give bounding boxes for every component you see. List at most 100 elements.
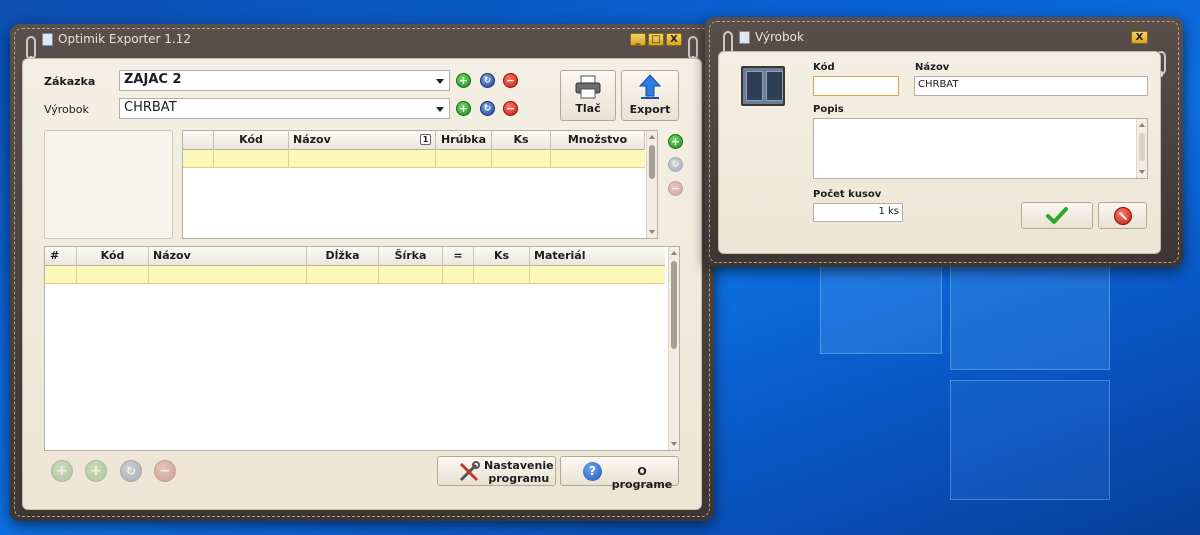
ok-button[interactable] <box>1021 202 1093 229</box>
grid2-col-dlzka[interactable]: Dĺžka <box>307 247 379 266</box>
chevron-down-icon[interactable] <box>436 79 444 84</box>
grid2-col-nazov[interactable]: Názov <box>149 247 307 266</box>
pocet-kusov-field[interactable]: 1 ks <box>813 203 903 222</box>
grid2-col-sirka[interactable]: Šírka <box>379 247 443 266</box>
about-button[interactable]: ? O programe <box>560 456 679 491</box>
pocet-kusov-value: 1 ks <box>878 206 899 217</box>
settings-label-line1: Nastavenie <box>484 459 554 472</box>
nazov-label: Názov <box>915 62 950 73</box>
close-button[interactable]: X <box>666 33 682 46</box>
add-vyrobok-button[interactable]: + <box>456 101 471 116</box>
popis-scrollbar[interactable] <box>1136 119 1147 178</box>
binder-ring-right <box>688 36 698 62</box>
cancel-button[interactable] <box>1098 202 1147 229</box>
zakazka-combo[interactable]: ZAJAC 2 <box>119 70 450 91</box>
settings-label-line2: programu <box>488 472 550 485</box>
maximize-button[interactable]: □ <box>648 33 664 46</box>
about-label: O programe <box>611 465 673 491</box>
nazov-field[interactable]: CHRBAT <box>914 76 1148 96</box>
add-material-button[interactable]: + <box>668 134 683 149</box>
refresh-part-button[interactable]: ↻ <box>120 460 142 482</box>
dialog-title: Výrobok <box>755 30 804 44</box>
grid2-col-material[interactable]: Materiál <box>530 247 665 266</box>
pocet-kusov-label: Počet kusov <box>813 189 882 200</box>
zakazka-value: ZAJAC 2 <box>124 72 182 87</box>
export-label: Export <box>629 103 671 116</box>
print-button[interactable]: Tlač <box>560 70 616 121</box>
desktop-pane-left <box>820 262 942 354</box>
window-title: Optimik Exporter 1.12 <box>58 32 192 46</box>
vyrobok-value: CHRBAT <box>124 100 177 115</box>
materials-grid-header: Kód Názov 1 Hrúbka Ks Množstvo <box>183 131 645 150</box>
scroll-down-icon[interactable] <box>649 230 655 234</box>
dialog-content: Kód Názov CHRBAT Popis Počet kusov 1 ks <box>718 51 1161 254</box>
table-row[interactable] <box>45 266 665 284</box>
parts-grid-header: # 1 Kód Názov Dĺžka Šírka = Ks Materiál <box>45 247 665 280</box>
grid1-scrollbar[interactable] <box>646 131 657 238</box>
app-icon <box>739 31 750 44</box>
add-zakazka-button[interactable]: + <box>456 73 471 88</box>
refresh-zakazka-button[interactable]: ↻ <box>480 73 495 88</box>
scroll-up-icon[interactable] <box>649 135 655 139</box>
kod-field[interactable] <box>813 76 899 96</box>
cancel-icon <box>1113 207 1132 225</box>
sort-order-icon: 1 <box>420 134 431 145</box>
main-content: Zákazka ZAJAC 2 + ↻ − Výrobok CHRBAT + ↻… <box>22 58 702 510</box>
vyrobok-dialog: Výrobok X Kód Názov CHRBAT Popis Počet k… <box>705 17 1183 267</box>
grid1-col-ks[interactable]: Ks <box>492 131 551 150</box>
export-arrow-icon <box>638 74 662 99</box>
main-window: Optimik Exporter 1.12 _ □ X Zákazka ZAJA… <box>10 24 714 521</box>
refresh-vyrobok-button[interactable]: ↻ <box>480 101 495 116</box>
scroll-thumb[interactable] <box>649 145 655 179</box>
grid1-rowheader <box>183 131 214 150</box>
settings-button[interactable]: Nastavenie programu <box>437 456 556 486</box>
scroll-down-icon[interactable] <box>1139 170 1145 174</box>
scroll-thumb[interactable] <box>671 261 677 349</box>
add-part-button[interactable]: + <box>51 460 73 482</box>
check-icon <box>1046 207 1068 224</box>
grid2-col-num-label: # <box>50 249 60 262</box>
kod-label: Kód <box>813 62 835 73</box>
grid2-col-equals[interactable]: = <box>443 247 474 266</box>
app-icon <box>42 33 53 46</box>
copy-part-button[interactable]: + <box>85 460 107 482</box>
parts-grid[interactable]: # 1 Kód Názov Dĺžka Šírka = Ks Materiál <box>44 246 680 451</box>
scroll-down-icon[interactable] <box>671 442 677 446</box>
grid1-col-nazov-label: Názov <box>293 133 331 146</box>
desktop-pane-right <box>950 262 1110 370</box>
delete-vyrobok-button[interactable]: − <box>503 101 518 116</box>
grid1-col-kod[interactable]: Kód <box>214 131 289 150</box>
vyrobok-combo[interactable]: CHRBAT <box>119 98 450 119</box>
delete-material-button[interactable]: − <box>668 181 683 196</box>
materials-grid[interactable]: Kód Názov 1 Hrúbka Ks Množstvo <box>182 130 658 239</box>
product-image-icon <box>741 66 785 106</box>
popis-textarea[interactable] <box>813 118 1148 179</box>
popis-label: Popis <box>813 104 844 115</box>
table-row[interactable] <box>183 150 645 168</box>
export-button[interactable]: Export <box>621 70 679 121</box>
delete-part-button[interactable]: − <box>154 460 176 482</box>
grid2-scrollbar[interactable] <box>668 247 679 450</box>
scroll-up-icon[interactable] <box>671 251 677 255</box>
scroll-up-icon[interactable] <box>1139 123 1145 127</box>
delete-zakazka-button[interactable]: − <box>503 73 518 88</box>
print-label: Tlač <box>575 102 601 115</box>
grid1-col-hrubka[interactable]: Hrúbka <box>436 131 492 150</box>
grid2-col-kod[interactable]: Kód <box>77 247 149 266</box>
grid2-col-num[interactable]: # 1 <box>45 247 77 280</box>
refresh-material-button[interactable]: ↻ <box>668 157 683 172</box>
scroll-thumb[interactable] <box>1139 133 1145 161</box>
binder-ring-left <box>26 36 36 62</box>
grid1-col-mnozstvo[interactable]: Množstvo <box>551 131 645 150</box>
grid2-col-ks[interactable]: Ks <box>474 247 530 266</box>
tools-icon <box>459 461 480 482</box>
zakazka-label: Zákazka <box>44 75 96 88</box>
chevron-down-icon[interactable] <box>436 107 444 112</box>
printer-icon <box>575 75 601 99</box>
help-icon: ? <box>583 462 602 481</box>
dialog-close-button[interactable]: X <box>1131 31 1148 44</box>
minimize-button[interactable]: _ <box>630 33 646 46</box>
product-image-panel <box>44 130 173 239</box>
grid1-col-nazov[interactable]: Názov 1 <box>289 131 436 150</box>
vyrobok-label: Výrobok <box>44 103 89 116</box>
